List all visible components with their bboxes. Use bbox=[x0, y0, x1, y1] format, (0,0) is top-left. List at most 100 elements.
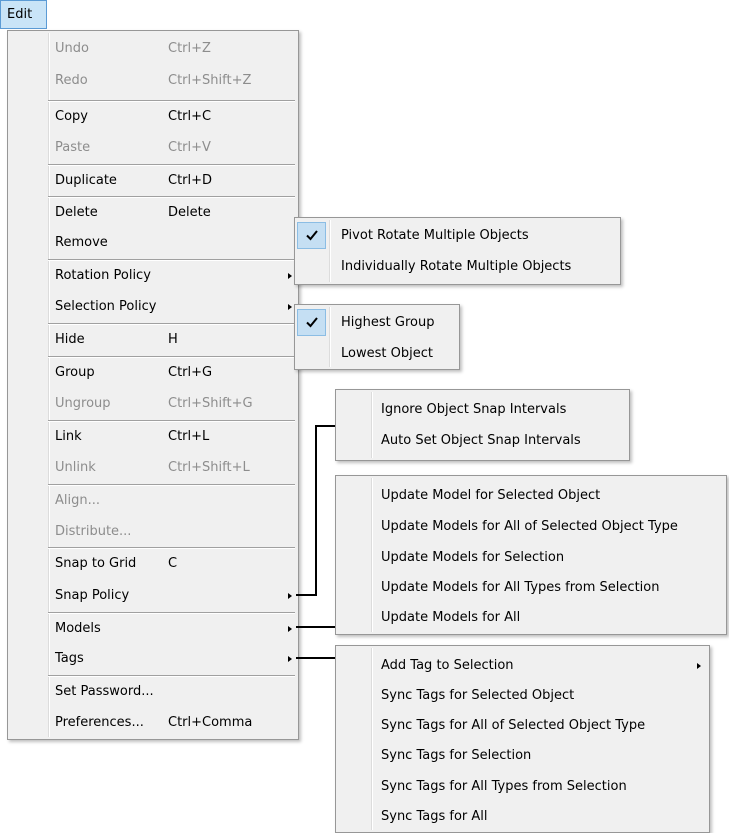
pivot-rotate-label: Pivot Rotate Multiple Objects bbox=[341, 228, 529, 243]
selection-policy-submenu: Highest Group Lowest Object bbox=[294, 304, 460, 370]
undo-shortcut: Ctrl+Z bbox=[168, 41, 211, 56]
menu-item-sync-tags-all[interactable]: Sync Tags for All bbox=[336, 802, 709, 832]
remove-label: Remove bbox=[55, 235, 108, 250]
lowest-object-label: Lowest Object bbox=[341, 346, 433, 361]
snap-policy-submenu: Ignore Object Snap Intervals Auto Set Ob… bbox=[335, 389, 630, 461]
update-model-selected-label: Update Model for Selected Object bbox=[381, 488, 601, 503]
snap-policy-connector-h bbox=[296, 594, 317, 596]
delete-shortcut: Delete bbox=[168, 205, 211, 220]
rotation-policy-label: Rotation Policy bbox=[55, 268, 151, 283]
separator bbox=[48, 484, 295, 486]
hide-shortcut: H bbox=[168, 332, 178, 347]
link-shortcut: Ctrl+L bbox=[168, 429, 210, 444]
menu-item-tags[interactable]: Tags bbox=[8, 645, 298, 673]
submenu-arrow-icon bbox=[288, 593, 292, 599]
check-box bbox=[297, 309, 326, 336]
ungroup-label: Ungroup bbox=[55, 396, 111, 411]
menu-item-models[interactable]: Models bbox=[8, 615, 298, 643]
separator bbox=[48, 259, 295, 261]
group-shortcut: Ctrl+G bbox=[168, 365, 213, 380]
submenu-arrow-icon bbox=[288, 656, 292, 662]
menu-item-set-password[interactable]: Set Password... bbox=[8, 678, 298, 706]
preferences-label: Preferences... bbox=[55, 715, 144, 730]
menu-item-sync-tags-all-types[interactable]: Sync Tags for All Types from Selection bbox=[336, 772, 709, 802]
edit-menu-label: Edit bbox=[7, 7, 33, 22]
distribute-label: Distribute... bbox=[55, 524, 132, 539]
menu-item-sync-tags-selection[interactable]: Sync Tags for Selection bbox=[336, 741, 709, 771]
redo-shortcut: Ctrl+Shift+Z bbox=[168, 73, 252, 88]
highest-group-label: Highest Group bbox=[341, 315, 435, 330]
update-models-selection-label: Update Models for Selection bbox=[381, 550, 565, 565]
ignore-snap-label: Ignore Object Snap Intervals bbox=[381, 402, 567, 417]
models-label: Models bbox=[55, 621, 101, 636]
submenu-arrow-icon bbox=[288, 626, 292, 632]
menu-item-selection-policy[interactable]: Selection Policy bbox=[8, 293, 298, 321]
paste-shortcut: Ctrl+V bbox=[168, 140, 211, 155]
menu-item-update-models-all-selected-type[interactable]: Update Models for All of Selected Object… bbox=[336, 512, 726, 542]
menu-item-rotation-policy[interactable]: Rotation Policy bbox=[8, 262, 298, 290]
separator bbox=[48, 420, 295, 422]
sync-tags-all-types-label: Sync Tags for All Types from Selection bbox=[381, 779, 627, 794]
separator bbox=[48, 612, 295, 614]
models-connector bbox=[296, 626, 335, 628]
add-tag-label: Add Tag to Selection bbox=[381, 658, 514, 673]
unlink-label: Unlink bbox=[55, 460, 96, 475]
menu-item-update-models-all[interactable]: Update Models for All bbox=[336, 603, 726, 633]
unlink-shortcut: Ctrl+Shift+L bbox=[168, 460, 250, 475]
menu-item-pivot-rotate[interactable]: Pivot Rotate Multiple Objects bbox=[295, 221, 620, 251]
separator bbox=[48, 356, 295, 358]
set-password-label: Set Password... bbox=[55, 684, 154, 699]
snap-policy-connector-v bbox=[315, 425, 317, 596]
menu-item-update-models-all-types[interactable]: Update Models for All Types from Selecti… bbox=[336, 573, 726, 603]
menu-item-snap-policy[interactable]: Snap Policy bbox=[8, 582, 298, 610]
menu-item-link[interactable]: Link Ctrl+L bbox=[8, 423, 298, 451]
menu-item-delete[interactable]: Delete Delete bbox=[8, 199, 298, 227]
paste-label: Paste bbox=[55, 140, 91, 155]
checkmark-icon bbox=[306, 230, 318, 241]
selection-policy-label: Selection Policy bbox=[55, 299, 157, 314]
edit-menu-button[interactable]: Edit bbox=[0, 0, 47, 29]
ungroup-shortcut: Ctrl+Shift+G bbox=[168, 396, 253, 411]
menu-item-auto-snap[interactable]: Auto Set Object Snap Intervals bbox=[336, 426, 629, 456]
menu-item-group[interactable]: Group Ctrl+G bbox=[8, 359, 298, 387]
snap-to-grid-label: Snap to Grid bbox=[55, 556, 137, 571]
menu-item-remove[interactable]: Remove bbox=[8, 229, 298, 257]
menu-item-sync-tags-all-selected-type[interactable]: Sync Tags for All of Selected Object Typ… bbox=[336, 711, 709, 741]
snap-policy-connector-top bbox=[315, 425, 335, 427]
submenu-arrow-icon bbox=[288, 304, 292, 310]
menu-item-preferences[interactable]: Preferences... Ctrl+Comma bbox=[8, 709, 298, 737]
tags-submenu: Add Tag to Selection Sync Tags for Selec… bbox=[335, 645, 710, 833]
separator bbox=[48, 196, 295, 198]
sync-tags-selection-label: Sync Tags for Selection bbox=[381, 748, 532, 763]
individual-rotate-label: Individually Rotate Multiple Objects bbox=[341, 259, 572, 274]
menu-item-copy[interactable]: Copy Ctrl+C bbox=[8, 103, 298, 131]
link-label: Link bbox=[55, 429, 82, 444]
duplicate-shortcut: Ctrl+D bbox=[168, 173, 213, 188]
menu-item-hide[interactable]: Hide H bbox=[8, 326, 298, 354]
separator bbox=[48, 100, 295, 102]
tags-label: Tags bbox=[55, 651, 84, 666]
menu-item-sync-tags-selected[interactable]: Sync Tags for Selected Object bbox=[336, 681, 709, 711]
rotation-policy-submenu: Pivot Rotate Multiple Objects Individual… bbox=[294, 217, 621, 285]
menu-item-redo: Redo Ctrl+Shift+Z bbox=[8, 67, 298, 95]
separator bbox=[48, 547, 295, 549]
tags-connector bbox=[296, 657, 335, 659]
menu-item-duplicate[interactable]: Duplicate Ctrl+D bbox=[8, 167, 298, 195]
separator bbox=[48, 323, 295, 325]
check-box bbox=[297, 222, 326, 249]
menu-item-add-tag[interactable]: Add Tag to Selection bbox=[336, 651, 709, 681]
menu-item-highest-group[interactable]: Highest Group bbox=[295, 308, 459, 338]
menu-item-undo: Undo Ctrl+Z bbox=[8, 35, 298, 63]
menu-item-paste: Paste Ctrl+V bbox=[8, 134, 298, 162]
menu-item-ignore-snap[interactable]: Ignore Object Snap Intervals bbox=[336, 395, 629, 425]
models-submenu: Update Model for Selected Object Update … bbox=[335, 475, 727, 635]
menu-item-update-models-selection[interactable]: Update Models for Selection bbox=[336, 543, 726, 573]
menu-item-individual-rotate[interactable]: Individually Rotate Multiple Objects bbox=[295, 252, 620, 282]
sync-tags-selected-label: Sync Tags for Selected Object bbox=[381, 688, 575, 703]
separator bbox=[48, 675, 295, 677]
menu-item-update-model-selected[interactable]: Update Model for Selected Object bbox=[336, 481, 726, 511]
redo-label: Redo bbox=[55, 73, 88, 88]
menu-item-snap-to-grid[interactable]: Snap to Grid C bbox=[8, 550, 298, 578]
duplicate-label: Duplicate bbox=[55, 173, 117, 188]
menu-item-lowest-object[interactable]: Lowest Object bbox=[295, 339, 459, 369]
